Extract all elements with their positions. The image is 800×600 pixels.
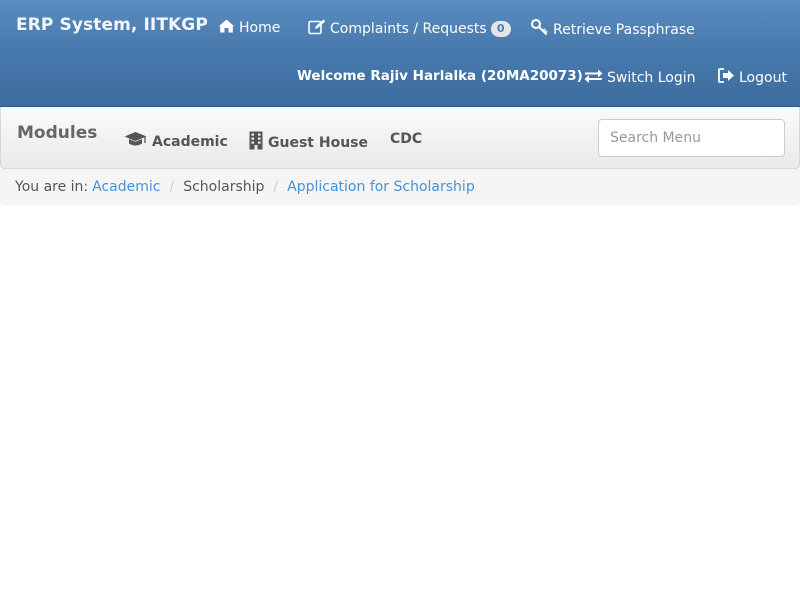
- breadcrumb-separator: /: [169, 179, 175, 195]
- nav-switch-login-link[interactable]: Switch Login: [584, 68, 696, 87]
- key-icon: [531, 19, 549, 40]
- nav-complaints-link[interactable]: Complaints / Requests 0: [308, 19, 511, 39]
- breadcrumb-prefix: You are in:: [15, 179, 89, 195]
- nav-retrieve-link[interactable]: Retrieve Passphrase: [531, 19, 695, 40]
- search-menu-input[interactable]: [598, 119, 785, 157]
- modules-bar: Modules Academic Guest House CDC: [0, 107, 800, 169]
- module-cdc-link[interactable]: CDC: [390, 131, 422, 147]
- nav-home-link[interactable]: Home: [218, 19, 280, 37]
- modules-title: Modules: [17, 123, 98, 143]
- welcome-user-text: Welcome Rajiv Harlalka (20MA20073): [297, 68, 583, 84]
- brand-title[interactable]: ERP System, IITKGP: [16, 15, 208, 35]
- breadcrumb-separator: /: [273, 179, 279, 195]
- nav-home-label: Home: [239, 20, 281, 36]
- breadcrumb: You are in: Academic / Scholarship / App…: [0, 169, 800, 205]
- nav-logout-link[interactable]: Logout: [718, 68, 787, 87]
- complaints-count-badge: 0: [490, 21, 511, 37]
- nav-complaints-label: Complaints / Requests: [330, 21, 487, 37]
- building-icon: [249, 131, 263, 154]
- transfer-icon: [584, 68, 603, 87]
- nav-switch-login-label: Switch Login: [607, 69, 696, 86]
- module-academic-label: Academic: [152, 133, 228, 150]
- nav-retrieve-label: Retrieve Passphrase: [553, 21, 695, 38]
- top-navbar: ERP System, IITKGP Home Complaints / Req…: [0, 0, 800, 107]
- nav-logout-label: Logout: [739, 69, 787, 86]
- module-guest-house-label: Guest House: [268, 134, 368, 151]
- breadcrumb-academic-link[interactable]: Academic: [92, 179, 160, 195]
- logout-icon: [718, 68, 735, 87]
- module-academic-link[interactable]: Academic: [124, 131, 228, 152]
- breadcrumb-application-link[interactable]: Application for Scholarship: [287, 179, 475, 195]
- module-guest-house-link[interactable]: Guest House: [249, 131, 368, 154]
- breadcrumb-scholarship: Scholarship: [183, 179, 265, 195]
- graduation-cap-icon: [124, 131, 147, 152]
- edit-icon: [308, 19, 326, 39]
- module-cdc-label: CDC: [390, 131, 423, 147]
- home-icon: [218, 19, 235, 37]
